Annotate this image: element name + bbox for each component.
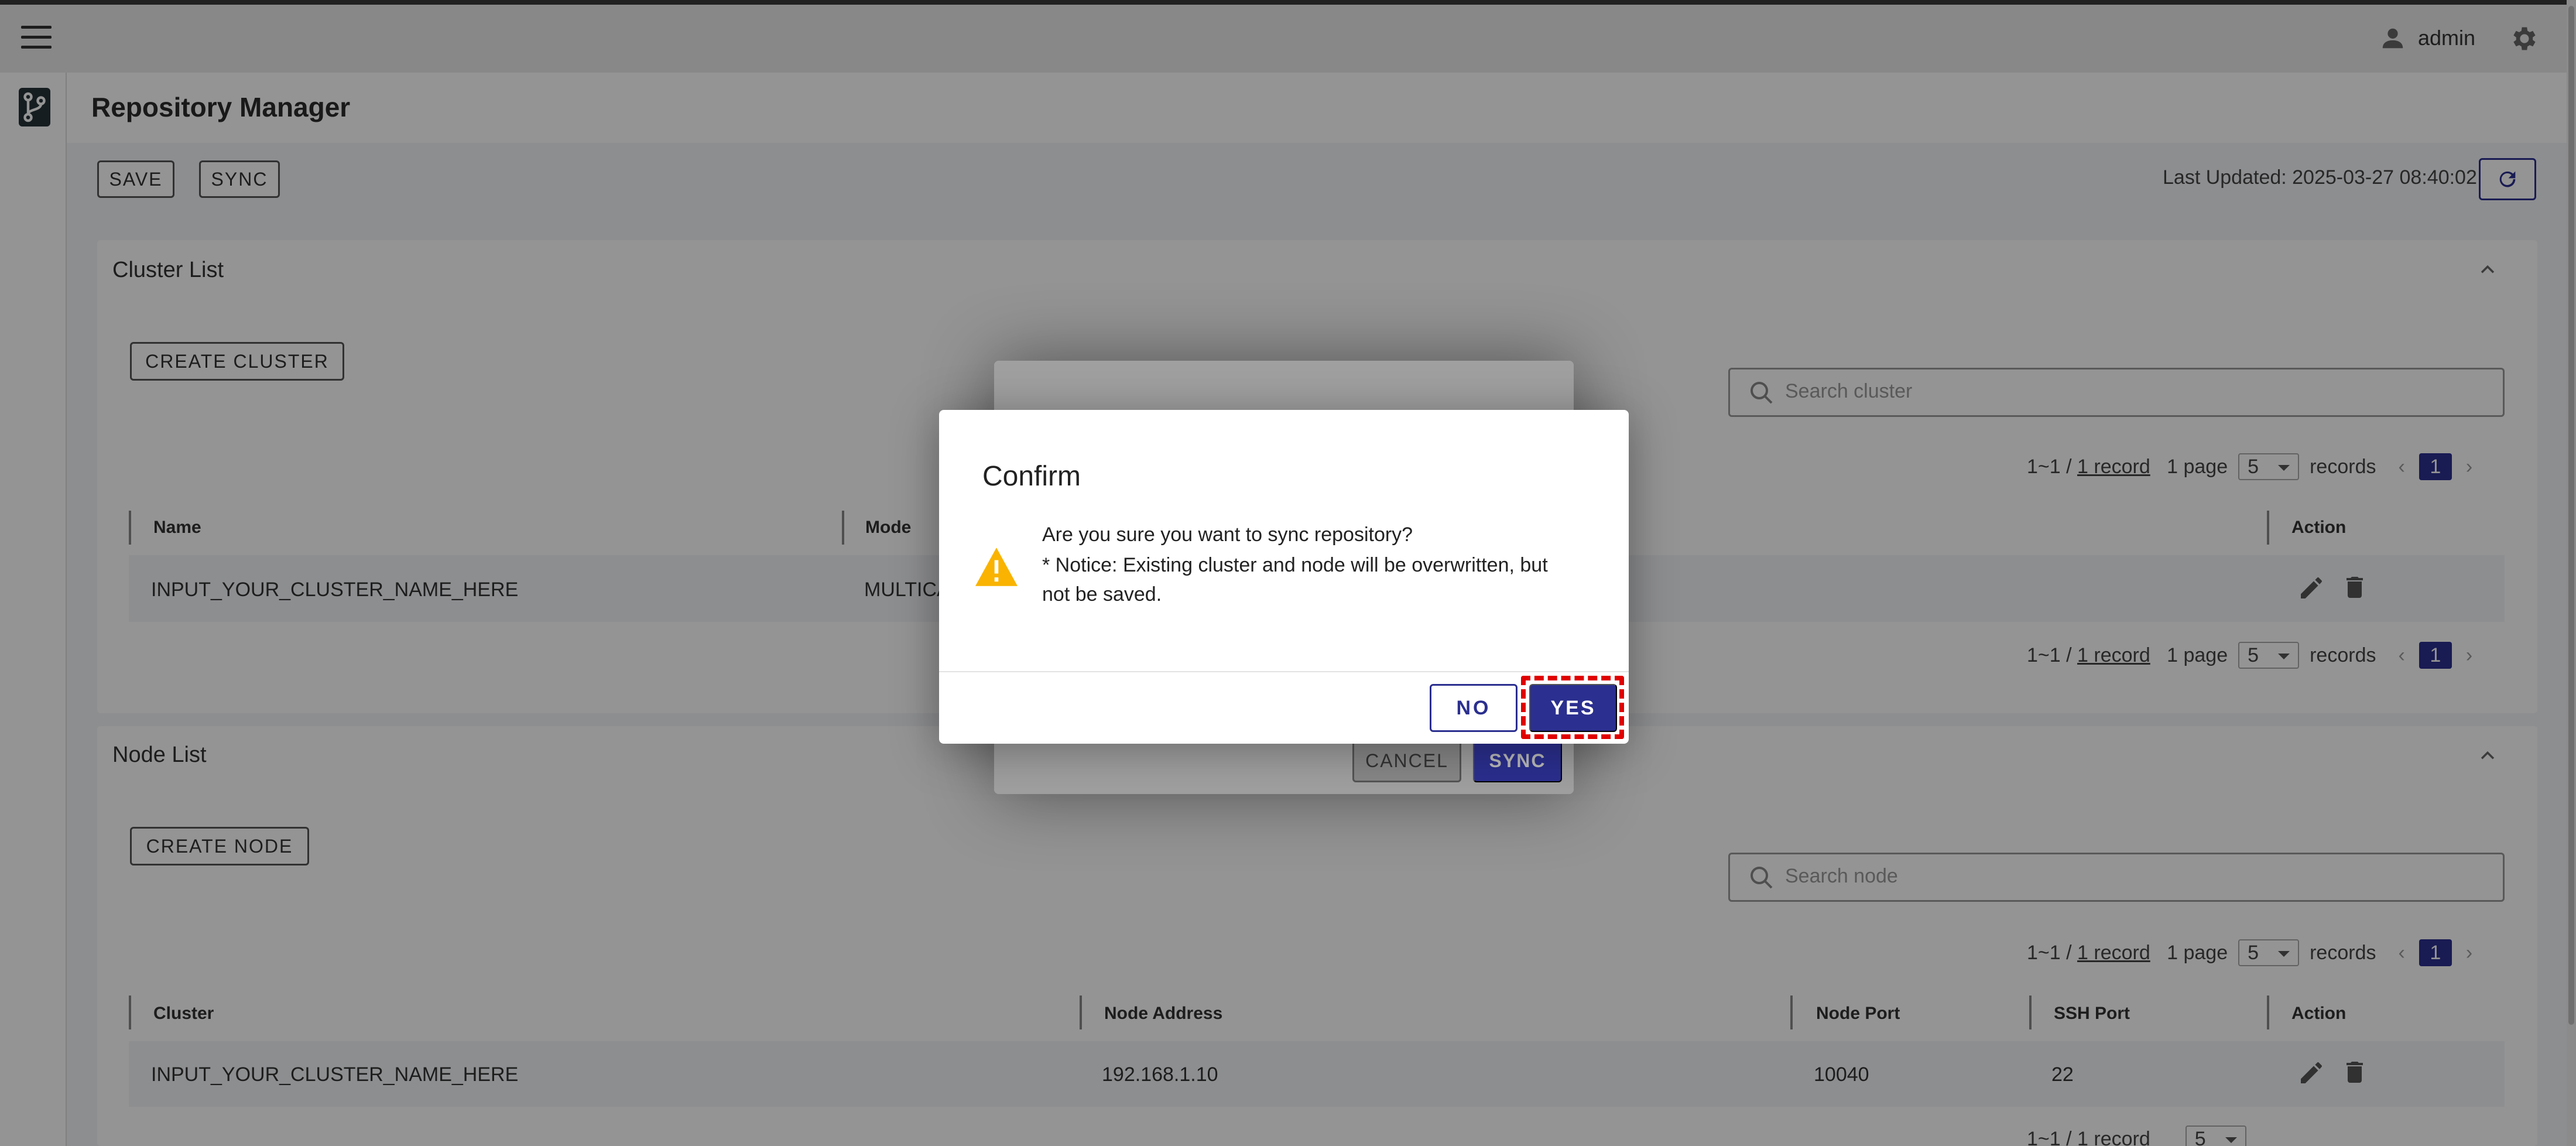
dialog-title: Confirm — [982, 461, 1081, 492]
warning-icon — [975, 548, 1018, 586]
sync-dialog-sync-button[interactable]: SYNC — [1473, 739, 1562, 782]
sync-dialog-cancel-button[interactable]: CANCEL — [1352, 739, 1461, 782]
yes-button[interactable]: YES — [1529, 684, 1617, 732]
dialog-notice: * Notice: Existing cluster and node will… — [1042, 554, 1548, 576]
dialog-message: Are you sure you want to sync repository… — [1042, 524, 1413, 546]
dialog-divider — [939, 671, 1629, 672]
no-button[interactable]: NO — [1430, 684, 1517, 732]
dialog-notice-continued: not be saved. — [1042, 583, 1162, 606]
